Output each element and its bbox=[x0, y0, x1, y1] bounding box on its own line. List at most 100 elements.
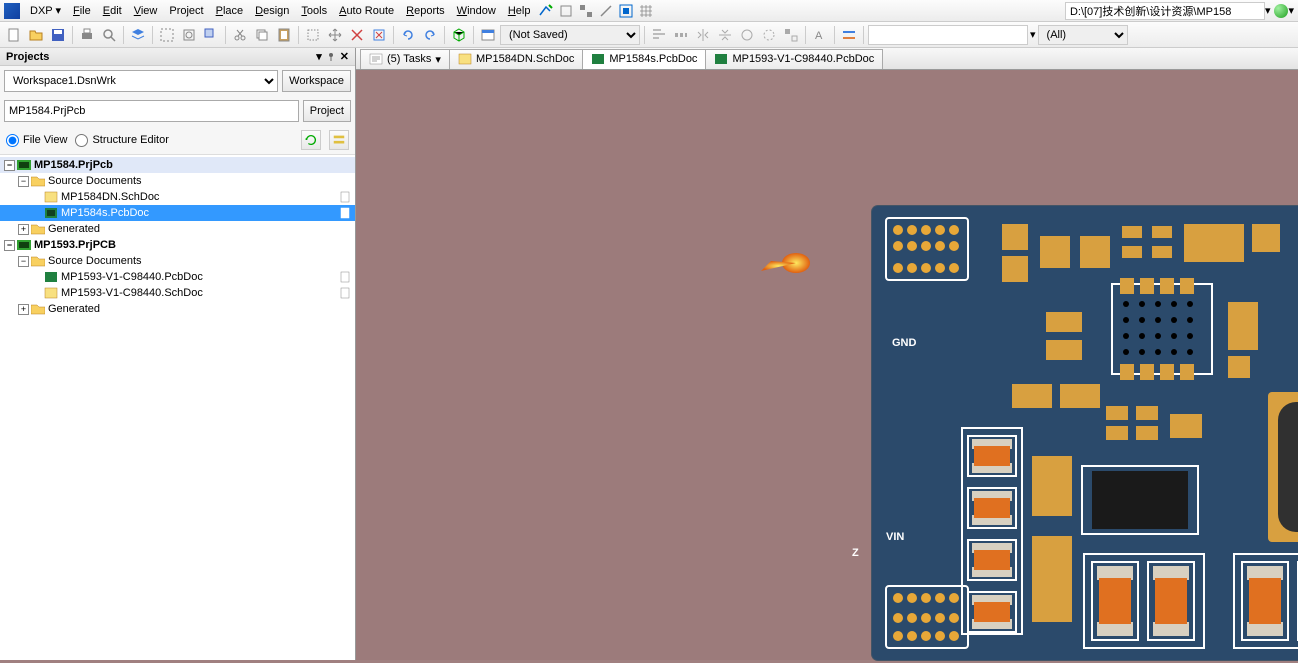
menu-tools[interactable]: Tools bbox=[295, 3, 333, 19]
select-icon[interactable] bbox=[303, 25, 323, 45]
tree-source-docs-1[interactable]: − Source Documents bbox=[0, 173, 355, 189]
menu-help[interactable]: Help bbox=[502, 3, 537, 19]
menu-place[interactable]: Place bbox=[210, 3, 250, 19]
menu-bar: DXP ▾ File Edit View Project Place Desig… bbox=[0, 0, 1298, 22]
menu-reports[interactable]: Reports bbox=[400, 3, 451, 19]
tree-source-docs-2[interactable]: − Source Documents bbox=[0, 253, 355, 269]
filter-all-dropdown[interactable]: (All) bbox=[1038, 25, 1128, 45]
mask-dropdown-icon[interactable]: ▾ bbox=[1030, 28, 1036, 41]
mask-input[interactable] bbox=[868, 25, 1028, 45]
doc-sheet-icon bbox=[339, 207, 351, 219]
dropdown2-icon[interactable]: ▾ bbox=[1288, 4, 1294, 17]
browse-icon[interactable] bbox=[478, 25, 498, 45]
print-icon[interactable] bbox=[77, 25, 97, 45]
new-file-icon[interactable] bbox=[4, 25, 24, 45]
toolbar-custom2-icon[interactable] bbox=[556, 1, 576, 21]
doc-sheet-icon bbox=[339, 271, 351, 283]
toolbar-custom5-icon[interactable] bbox=[616, 1, 636, 21]
text-icon[interactable]: A bbox=[810, 25, 830, 45]
menu-window[interactable]: Window bbox=[451, 3, 502, 19]
layers-icon[interactable] bbox=[128, 25, 148, 45]
align-icon[interactable] bbox=[649, 25, 669, 45]
status-indicator-icon bbox=[1274, 4, 1288, 18]
toolbar-custom1-icon[interactable] bbox=[536, 1, 556, 21]
redo-icon[interactable] bbox=[420, 25, 440, 45]
file-view-radio[interactable]: File View bbox=[6, 134, 67, 147]
tree-pcbdoc-2[interactable]: MP1593-V1-C98440.PcbDoc bbox=[0, 269, 355, 285]
workspace-button[interactable]: Workspace bbox=[282, 70, 351, 92]
structure-editor-radio[interactable]: Structure Editor bbox=[75, 134, 168, 147]
refresh-button[interactable] bbox=[301, 130, 321, 150]
find-similar-icon[interactable] bbox=[781, 25, 801, 45]
cut-icon[interactable] bbox=[230, 25, 250, 45]
tree-project-2[interactable]: − MP1593.PrjPCB bbox=[0, 237, 355, 253]
pcb-canvas-area[interactable]: (5) Tasks▾ MP1584DN.SchDoc MP1584s.PcbDo… bbox=[356, 48, 1298, 660]
project-button[interactable]: Project bbox=[303, 100, 351, 122]
menu-design[interactable]: Design bbox=[249, 3, 295, 19]
main-toolbar: (Not Saved) A ▾ (All) bbox=[0, 22, 1298, 48]
project-tree[interactable]: − MP1584.PrjPcb − Source Documents MP158… bbox=[0, 155, 355, 660]
toolbar-grid-icon[interactable] bbox=[636, 1, 656, 21]
menu-project[interactable]: Project bbox=[163, 3, 209, 19]
svg-text:VIN: VIN bbox=[886, 531, 904, 543]
3d-icon[interactable] bbox=[449, 25, 469, 45]
project-input[interactable] bbox=[4, 100, 299, 122]
menu-view[interactable]: View bbox=[128, 3, 164, 19]
panel-title: Projects bbox=[6, 51, 49, 63]
configure-icon[interactable] bbox=[839, 25, 859, 45]
document-tabs: (5) Tasks▾ MP1584DN.SchDoc MP1584s.PcbDo… bbox=[356, 48, 1298, 70]
menu-edit[interactable]: Edit bbox=[97, 3, 128, 19]
svg-text:Z: Z bbox=[852, 547, 859, 559]
app-icon bbox=[4, 3, 20, 19]
save-icon[interactable] bbox=[48, 25, 68, 45]
deselect-icon[interactable] bbox=[369, 25, 389, 45]
main-area: Projects ▾ ✕ Workspace1.DsnWrk Workspace… bbox=[0, 48, 1298, 660]
svg-text:GND: GND bbox=[892, 337, 917, 349]
tree-generated-1[interactable]: + Generated bbox=[0, 221, 355, 237]
menu-autoroute[interactable]: Auto Route bbox=[333, 3, 400, 19]
zoom-fit-icon[interactable] bbox=[157, 25, 177, 45]
undo-icon[interactable] bbox=[398, 25, 418, 45]
tab-tasks[interactable]: (5) Tasks▾ bbox=[360, 49, 450, 69]
tree-pcbdoc-1[interactable]: MP1584s.PcbDoc bbox=[0, 205, 355, 221]
rotate-icon[interactable] bbox=[737, 25, 757, 45]
tree-project-1[interactable]: − MP1584.PrjPcb bbox=[0, 157, 355, 173]
tree-generated-2[interactable]: + Generated bbox=[0, 301, 355, 317]
toolbar-custom4-icon[interactable] bbox=[596, 1, 616, 21]
workspace-select[interactable]: Workspace1.DsnWrk bbox=[4, 70, 278, 92]
dropdown-icon[interactable]: ▾ bbox=[1265, 4, 1271, 17]
panel-close-icon[interactable]: ✕ bbox=[340, 50, 349, 63]
doc-sheet-icon bbox=[339, 287, 351, 299]
flip-h-icon[interactable] bbox=[693, 25, 713, 45]
snap-icon[interactable] bbox=[347, 25, 367, 45]
origin-marker-icon bbox=[756, 243, 816, 283]
toolbar-custom3-icon[interactable] bbox=[576, 1, 596, 21]
saved-dropdown[interactable]: (Not Saved) bbox=[500, 25, 640, 45]
zoom-area-icon[interactable] bbox=[179, 25, 199, 45]
tab-pcbdoc-active[interactable]: MP1584s.PcbDoc bbox=[582, 49, 706, 69]
pcb-3d-view[interactable]: GND GND VIN V+ bbox=[872, 206, 1298, 660]
menu-file[interactable]: File bbox=[67, 3, 97, 19]
paste-icon[interactable] bbox=[274, 25, 294, 45]
move-icon[interactable] bbox=[325, 25, 345, 45]
file-path-input[interactable] bbox=[1065, 2, 1265, 20]
tree-schdoc-2[interactable]: MP1593-V1-C98440.SchDoc bbox=[0, 285, 355, 301]
distribute-icon[interactable] bbox=[671, 25, 691, 45]
tab-pcbdoc2[interactable]: MP1593-V1-C98440.PcbDoc bbox=[705, 49, 883, 69]
tree-schdoc-1[interactable]: MP1584DN.SchDoc bbox=[0, 189, 355, 205]
open-icon[interactable] bbox=[26, 25, 46, 45]
zoom-selected-icon[interactable] bbox=[201, 25, 221, 45]
menu-dxp[interactable]: DXP ▾ bbox=[24, 2, 67, 19]
flip-v-icon[interactable] bbox=[715, 25, 735, 45]
pin-icon[interactable] bbox=[326, 52, 336, 62]
doc-sheet-icon bbox=[339, 191, 351, 203]
panel-title-bar: Projects ▾ ✕ bbox=[0, 48, 355, 66]
preview-icon[interactable] bbox=[99, 25, 119, 45]
panel-menu-icon[interactable]: ▾ bbox=[316, 50, 322, 63]
svg-text:A: A bbox=[815, 30, 823, 42]
config-button[interactable] bbox=[329, 130, 349, 150]
rotate2-icon[interactable] bbox=[759, 25, 779, 45]
projects-panel: Projects ▾ ✕ Workspace1.DsnWrk Workspace… bbox=[0, 48, 356, 660]
tab-schdoc[interactable]: MP1584DN.SchDoc bbox=[449, 49, 583, 69]
copy-icon[interactable] bbox=[252, 25, 272, 45]
